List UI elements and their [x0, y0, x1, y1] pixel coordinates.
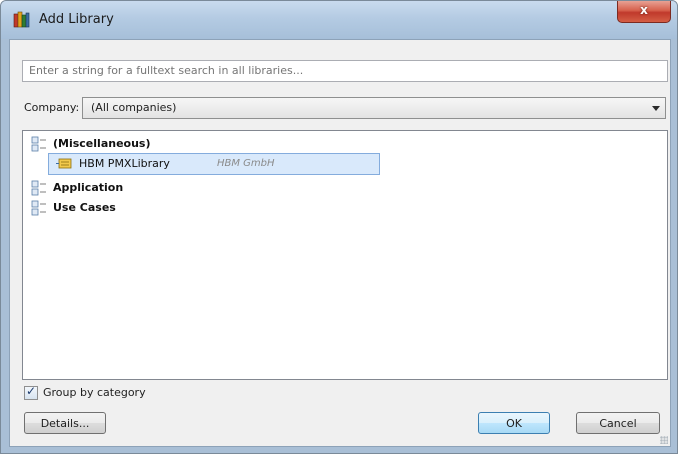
resize-grip[interactable]	[660, 436, 668, 444]
category-node-icon	[31, 136, 46, 152]
dialog-body: Company: (All companies) (Miscellaneous)	[9, 39, 671, 447]
window-title: Add Library	[39, 12, 114, 27]
group-by-category-label: Group by category	[43, 386, 146, 399]
category-label: Use Cases	[53, 201, 116, 214]
category-label: Application	[53, 181, 124, 194]
library-item-icon	[56, 158, 72, 169]
library-item-hbm-pmxlibrary[interactable]: HBM PMXLibrary HBM GmbH	[48, 153, 380, 175]
add-library-dialog: Add Library x Company: (All companies) (…	[0, 0, 678, 454]
ok-button[interactable]: OK	[478, 412, 550, 434]
checkmark-icon: ✓	[25, 384, 37, 398]
library-tree[interactable]: (Miscellaneous) HBM PMXLibrary HBM GmbH	[22, 130, 668, 380]
fulltext-search-input[interactable]	[22, 60, 668, 82]
category-label: (Miscellaneous)	[53, 137, 151, 150]
company-select-value: (All companies)	[91, 101, 177, 114]
close-button[interactable]: x	[617, 1, 671, 23]
library-name: HBM PMXLibrary	[79, 157, 170, 170]
category-node-icon	[31, 200, 46, 216]
group-by-category-checkbox[interactable]: ✓	[24, 384, 38, 400]
library-books-icon	[13, 11, 30, 28]
cancel-button[interactable]: Cancel	[576, 412, 660, 434]
company-label: Company:	[24, 101, 80, 114]
chevron-down-icon	[652, 106, 660, 111]
company-select[interactable]: (All companies)	[82, 97, 666, 119]
title-bar[interactable]: Add Library x	[1, 1, 677, 39]
category-node-icon	[31, 180, 46, 196]
details-button[interactable]: Details...	[24, 412, 106, 434]
library-company: HBM GmbH	[217, 158, 275, 169]
